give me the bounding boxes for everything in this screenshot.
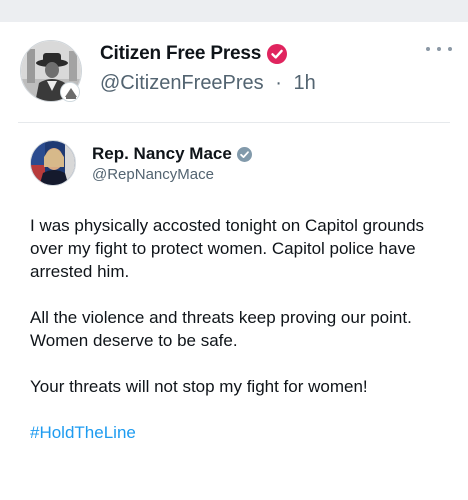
post-paragraph-2: All the violence and threats keep provin…	[30, 308, 412, 350]
post-paragraph-1: I was physically accosted tonight on Cap…	[30, 216, 425, 281]
author-handle[interactable]: @CitizenFreePres	[100, 72, 264, 94]
header-divider	[18, 122, 450, 123]
quoted-author-avatar[interactable]	[30, 140, 76, 186]
post-timestamp[interactable]: 1h	[293, 72, 315, 94]
top-band	[0, 0, 468, 22]
red-verified-check-icon	[267, 44, 288, 64]
author-name[interactable]: Citizen Free Press	[100, 43, 261, 65]
quoted-author-info: Rep. Nancy Mace @RepNancyMace	[92, 144, 252, 183]
more-dots-icon[interactable]	[426, 42, 452, 56]
post-card: Citizen Free Press @CitizenFreePres · 1h	[0, 22, 468, 500]
avatar-badge-icon	[60, 82, 80, 102]
author-avatar[interactable]	[20, 40, 82, 102]
post-header: Citizen Free Press @CitizenFreePres · 1h	[20, 40, 460, 102]
author-info: Citizen Free Press @CitizenFreePres · 1h	[100, 42, 316, 95]
quoted-author-name[interactable]: Rep. Nancy Mace	[92, 144, 232, 164]
hashtag-link[interactable]: #HoldTheLine	[30, 421, 450, 444]
quoted-author-handle[interactable]: @RepNancyMace	[92, 166, 252, 183]
quoted-post-body: I was physically accosted tonight on Cap…	[30, 214, 450, 444]
gray-verified-check-icon	[236, 146, 252, 162]
meta-separator: ·	[275, 72, 282, 94]
author-meta: @CitizenFreePres · 1h	[100, 72, 316, 95]
post-paragraph-3: Your threats will not stop my fight for …	[30, 377, 368, 396]
